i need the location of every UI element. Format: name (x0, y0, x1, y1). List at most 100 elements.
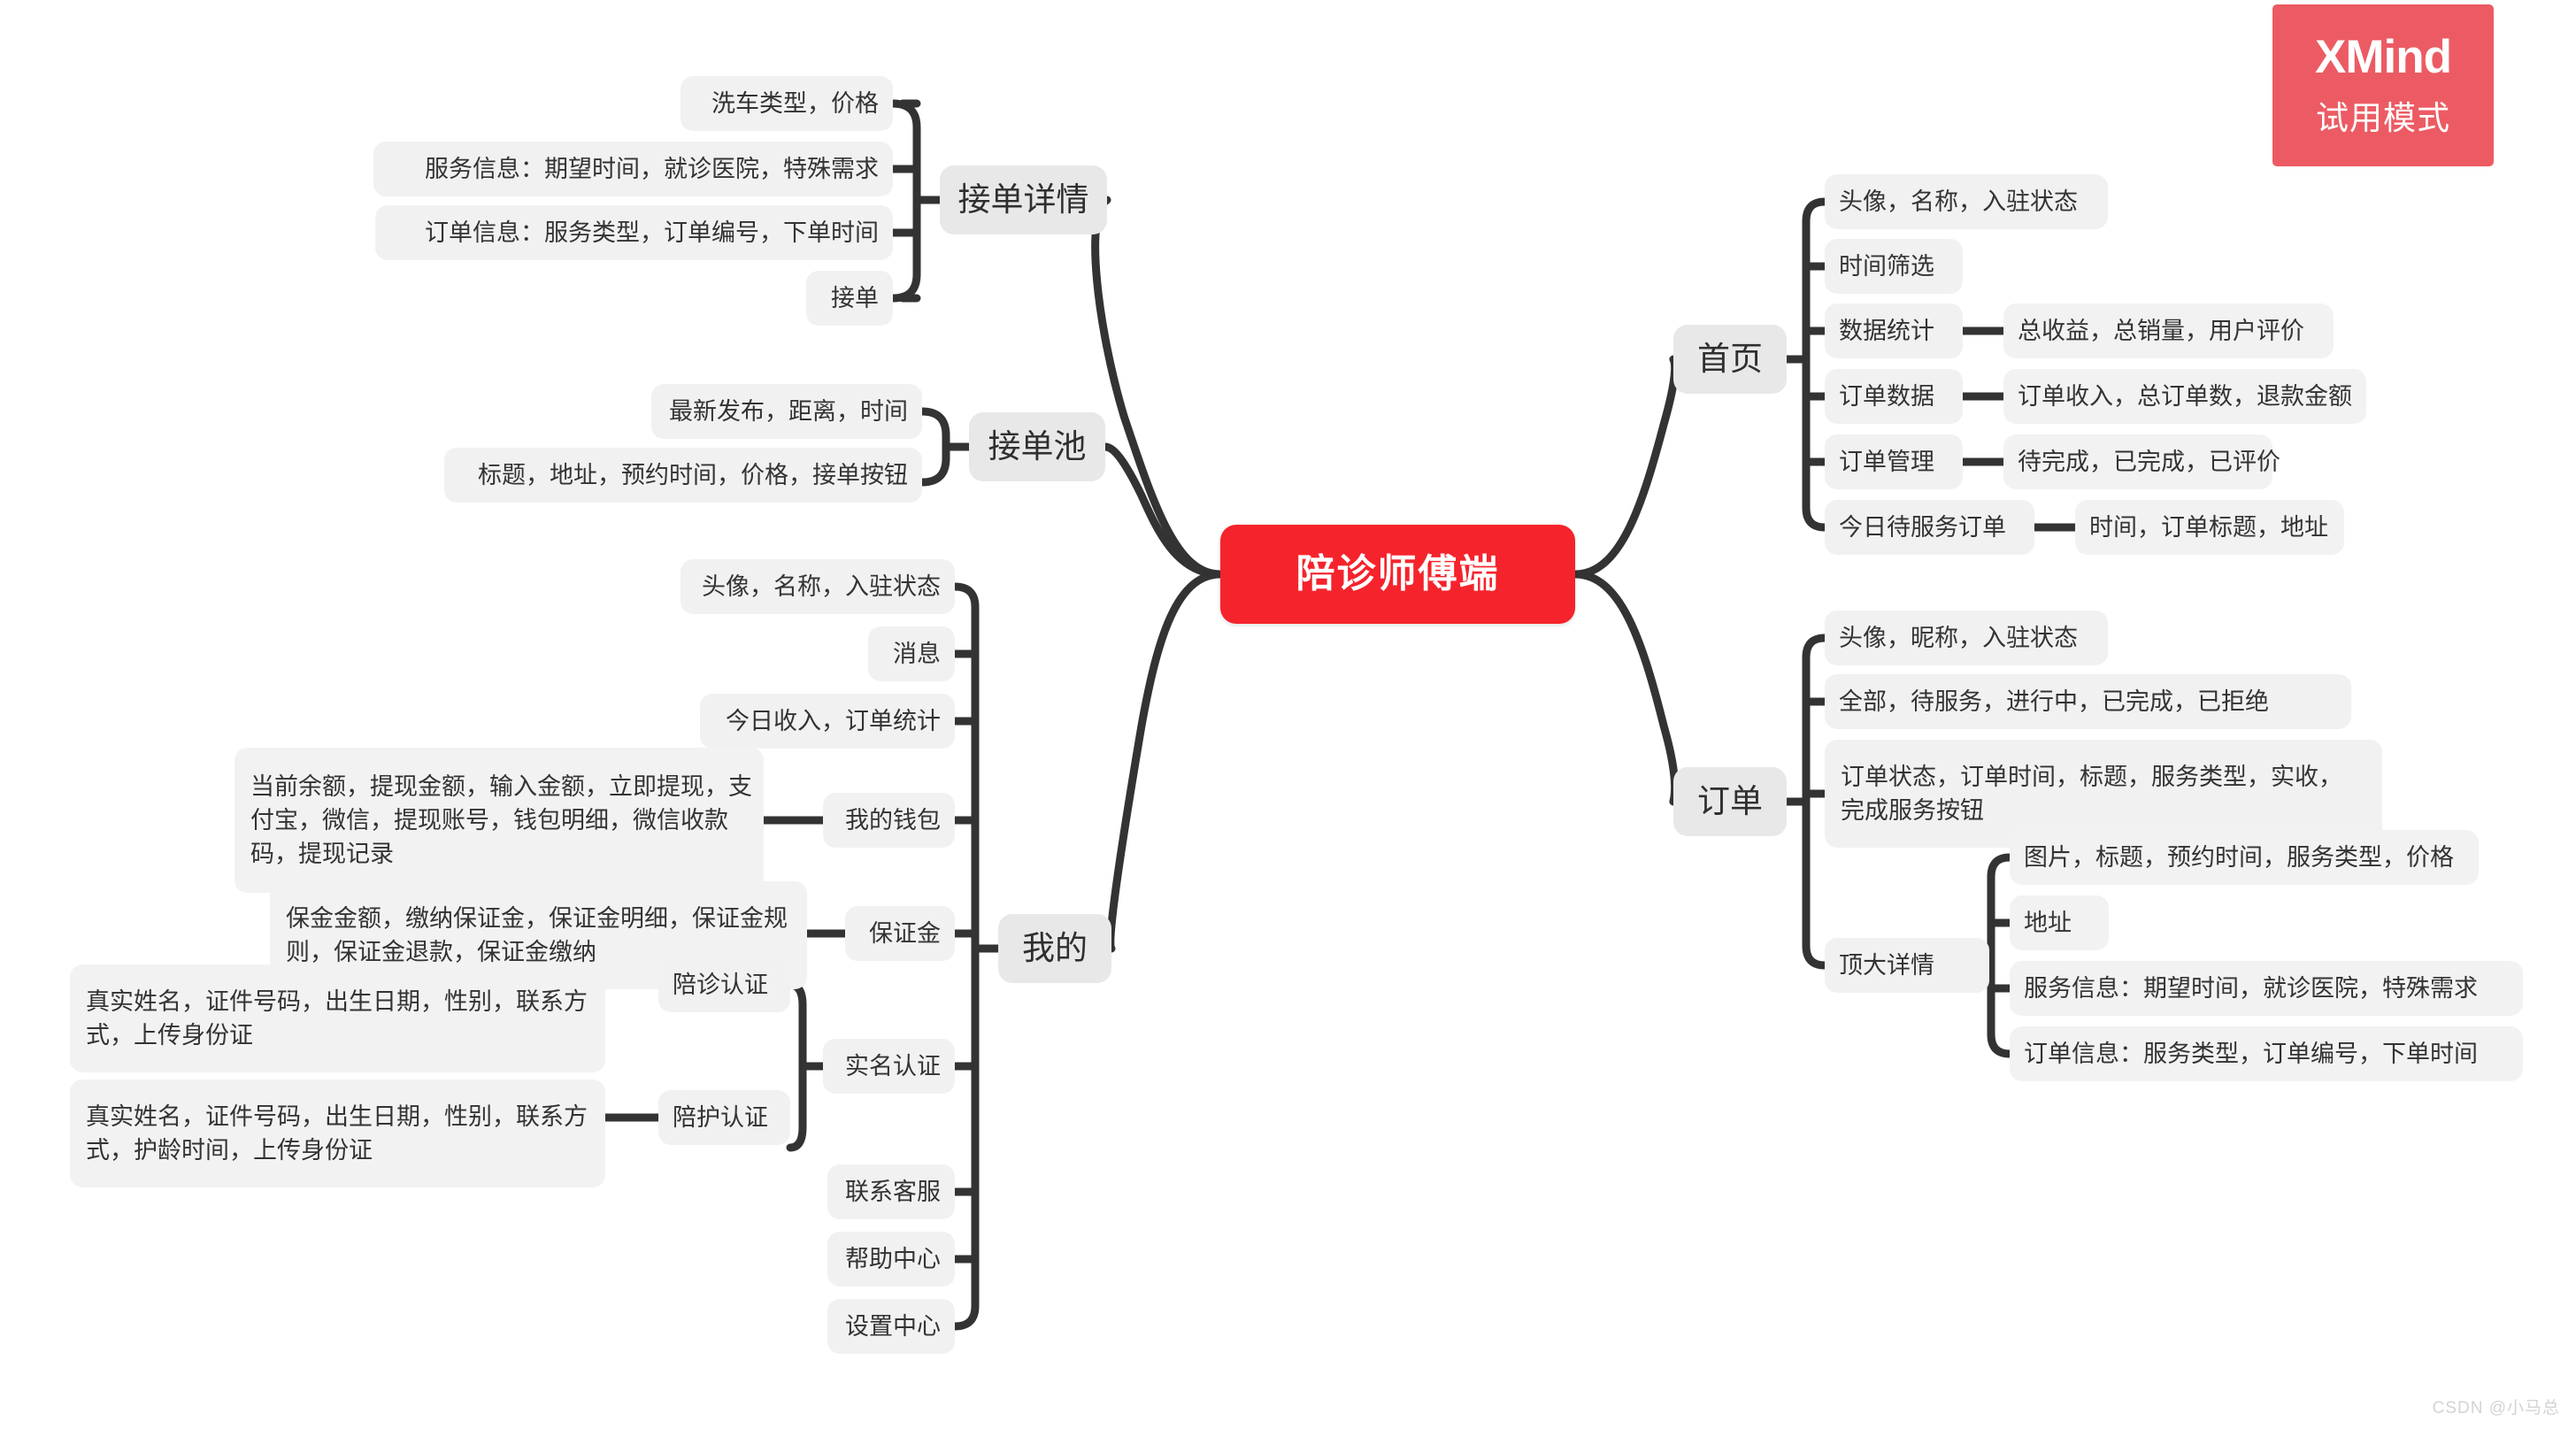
node-wode-child-6[interactable]: 联系客服 (827, 1164, 955, 1219)
edge-jdxq-spine (888, 99, 921, 303)
node-shouye-child-3[interactable]: 订单数据 (1825, 369, 1963, 424)
edge-root-shouye (1571, 355, 1680, 579)
node-dingdan-detail-child-0-label: 图片，标题，预约时间，服务类型，价格 (2024, 843, 2454, 871)
node-shouye-child-2-detail[interactable]: 总收益，总销量，用户评价 (2003, 303, 2334, 358)
branch-shouye-label: 首页 (1697, 340, 1763, 377)
node-wode-child-0-label: 头像，名称，入驻状态 (702, 572, 941, 600)
node-realname-peihu[interactable]: 陪护认证 (658, 1090, 790, 1145)
node-shouye-child-5[interactable]: 今日待服务订单 (1825, 500, 2034, 555)
edge-jdc-spine (918, 407, 950, 487)
node-jdc-child-1-label: 标题，地址，预约时间，价格，接单按钮 (478, 461, 908, 488)
branch-jiedan-xiangqing-label: 接单详情 (957, 181, 1089, 218)
mindmap-canvas: 陪诊师傅端 接单详情 洗车类型，价格 服务信息：期望时间，就诊医院，特殊需求 订… (0, 0, 2576, 1429)
root-node-label: 陪诊师傅端 (1296, 551, 1500, 595)
branch-wode-label: 我的 (1022, 929, 1088, 966)
node-shouye-child-4-label: 订单管理 (1839, 448, 1934, 475)
edge-realname-spine (786, 980, 807, 1152)
node-shouye-child-3-detail[interactable]: 订单收入，总订单数，退款金额 (2003, 369, 2366, 424)
node-jdc-child-1[interactable]: 标题，地址，预约时间，价格，接单按钮 (444, 448, 922, 503)
xmind-trial-watermark: XMind 试用模式 (2272, 4, 2494, 166)
node-wode-realname-label: 实名认证 (845, 1052, 941, 1079)
node-shouye-child-4-detail-label: 待完成，已完成，已评价 (2018, 448, 2280, 475)
node-jdxq-child-3-label: 接单 (831, 284, 879, 311)
node-realname-peihu-label: 陪护认证 (673, 1103, 768, 1131)
node-wode-child-0[interactable]: 头像，名称，入驻状态 (681, 559, 955, 614)
node-shouye-child-5-label: 今日待服务订单 (1839, 513, 2006, 541)
node-shouye-child-1-label: 时间筛选 (1839, 252, 1934, 280)
node-shouye-child-4[interactable]: 订单管理 (1825, 434, 1963, 489)
root-node[interactable]: 陪诊师傅端 (1220, 525, 1575, 624)
edge-wd-spine (950, 582, 980, 1331)
node-realname-peizhen[interactable]: 陪诊认证 (658, 957, 790, 1012)
node-wode-deposit-label: 保证金 (869, 919, 941, 947)
node-wode-wallet-detail[interactable]: 当前余额，提现金额，输入金额，立即提现，支 付宝，微信，提现账号，钱包明细，微信… (235, 748, 764, 893)
edge-root-wode (1106, 570, 1225, 953)
edge-sy-spine (1802, 197, 1829, 532)
csdn-watermark: CSDN @小马总 (2432, 1399, 2560, 1417)
node-shouye-child-2-detail-label: 总收益，总销量，用户评价 (2018, 317, 2304, 344)
edge-jdxq-child-stubs (898, 99, 921, 303)
branch-dingdan[interactable]: 订单 (1673, 767, 1787, 836)
node-shouye-child-3-detail-label: 订单收入，总订单数，退款金额 (2018, 382, 2352, 410)
node-shouye-child-3-label: 订单数据 (1839, 382, 1934, 410)
branch-shouye[interactable]: 首页 (1673, 325, 1787, 394)
edge-root-jiedan-xiangqing (1091, 196, 1225, 579)
node-dingdan-detail-label: 顶大详情 (1839, 951, 1934, 979)
node-realname-peizhen-detail[interactable]: 真实姓名，证件号码，出生日期，性别，联系方 式，上传身份证 (70, 964, 605, 1072)
node-dingdan-detail[interactable]: 顶大详情 (1825, 938, 1989, 993)
node-jdxq-child-2-label: 订单信息：服务类型，订单编号，下单时间 (425, 219, 879, 246)
branch-jiedan-chi-label: 接单池 (988, 427, 1087, 465)
edge-dd-spine (1802, 634, 1829, 970)
node-dingdan-child-1[interactable]: 全部，待服务，进行中，已完成，已拒绝 (1825, 674, 2351, 729)
node-wode-child-8[interactable]: 设置中心 (827, 1299, 955, 1354)
node-dingdan-child-1-label: 全部，待服务，进行中，已完成，已拒绝 (1839, 688, 2269, 715)
node-shouye-child-2-label: 数据统计 (1839, 317, 1934, 344)
node-jdxq-child-0-label: 洗车类型，价格 (711, 89, 879, 117)
node-jdxq-child-1[interactable]: 服务信息：期望时间，就诊医院，特殊需求 (373, 142, 893, 196)
node-wode-wallet-detail-label: 当前余额，提现金额，输入金额，立即提现，支 付宝，微信，提现账号，钱包明细，微信… (250, 772, 752, 868)
node-dingdan-child-0[interactable]: 头像，昵称，入驻状态 (1825, 611, 2108, 665)
node-jdxq-child-1-label: 服务信息：期望时间，就诊医院，特殊需求 (425, 155, 879, 182)
node-dingdan-detail-child-2-label: 服务信息：期望时间，就诊医院，特殊需求 (2024, 974, 2478, 1002)
node-wode-child-8-label: 设置中心 (845, 1312, 941, 1340)
node-dingdan-detail-child-3-label: 订单信息：服务类型，订单编号，下单时间 (2024, 1040, 2478, 1067)
node-wode-realname[interactable]: 实名认证 (823, 1039, 955, 1094)
node-jdxq-child-0[interactable]: 洗车类型，价格 (681, 76, 893, 131)
node-realname-peihu-detail[interactable]: 真实姓名，证件号码，出生日期，性别，联系方 式，护龄时间，上传身份证 (70, 1079, 605, 1187)
node-dingdan-detail-child-1[interactable]: 地址 (2010, 895, 2109, 950)
node-jdxq-child-3[interactable]: 接单 (806, 271, 893, 326)
node-wode-child-7[interactable]: 帮助中心 (827, 1232, 955, 1287)
node-shouye-child-5-detail-label: 时间，订单标题，地址 (2089, 513, 2328, 541)
node-realname-peihu-detail-label: 真实姓名，证件号码，出生日期，性别，联系方 式，护龄时间，上传身份证 (86, 1102, 588, 1164)
branch-jiedan-xiangqing[interactable]: 接单详情 (940, 165, 1107, 234)
node-shouye-child-4-detail[interactable]: 待完成，已完成，已评价 (2003, 434, 2280, 489)
node-dingdan-detail-child-1-label: 地址 (2024, 909, 2072, 936)
node-shouye-child-2[interactable]: 数据统计 (1825, 303, 1963, 358)
node-jdc-child-0[interactable]: 最新发布，距离，时间 (651, 384, 922, 439)
node-dingdan-child-2-label: 订单状态，订单时间，标题，服务类型，实收， 完成服务按钮 (1841, 763, 2342, 824)
node-wode-child-2-label: 今日收入，订单统计 (726, 707, 941, 734)
node-wode-child-7-label: 帮助中心 (845, 1245, 941, 1272)
node-shouye-child-0[interactable]: 头像，名称，入驻状态 (1825, 174, 2108, 229)
branch-jiedan-chi[interactable]: 接单池 (969, 412, 1105, 481)
node-dingdan-detail-child-0[interactable]: 图片，标题，预约时间，服务类型，价格 (2010, 830, 2479, 885)
edge-root-jiedan-chi (1101, 442, 1225, 579)
node-wode-deposit[interactable]: 保证金 (845, 906, 955, 961)
node-wode-child-1-label: 消息 (893, 640, 941, 667)
node-shouye-child-5-detail[interactable]: 时间，订单标题，地址 (2075, 500, 2344, 555)
node-jdxq-child-2[interactable]: 订单信息：服务类型，订单编号，下单时间 (375, 205, 893, 260)
node-jdc-child-0-label: 最新发布，距离，时间 (669, 397, 908, 425)
branch-dingdan-label: 订单 (1697, 782, 1763, 819)
node-realname-peizhen-detail-label: 真实姓名，证件号码，出生日期，性别，联系方 式，上传身份证 (86, 987, 588, 1049)
node-shouye-child-1[interactable]: 时间筛选 (1825, 239, 1963, 294)
xmind-watermark-title: XMind (2315, 31, 2452, 84)
node-dingdan-detail-child-3[interactable]: 订单信息：服务类型，订单编号，下单时间 (2010, 1026, 2523, 1081)
branch-wode[interactable]: 我的 (998, 914, 1111, 983)
node-wode-child-2[interactable]: 今日收入，订单统计 (700, 694, 955, 749)
node-dingdan-detail-child-2[interactable]: 服务信息：期望时间，就诊医院，特殊需求 (2010, 961, 2523, 1016)
node-wode-wallet[interactable]: 我的钱包 (823, 793, 955, 848)
edge-dddetail-spine (1987, 853, 2014, 1058)
node-wode-child-1[interactable]: 消息 (868, 626, 955, 681)
edge-jdxq-mid (888, 165, 921, 237)
node-dingdan-child-0-label: 头像，昵称，入驻状态 (1839, 624, 2078, 651)
